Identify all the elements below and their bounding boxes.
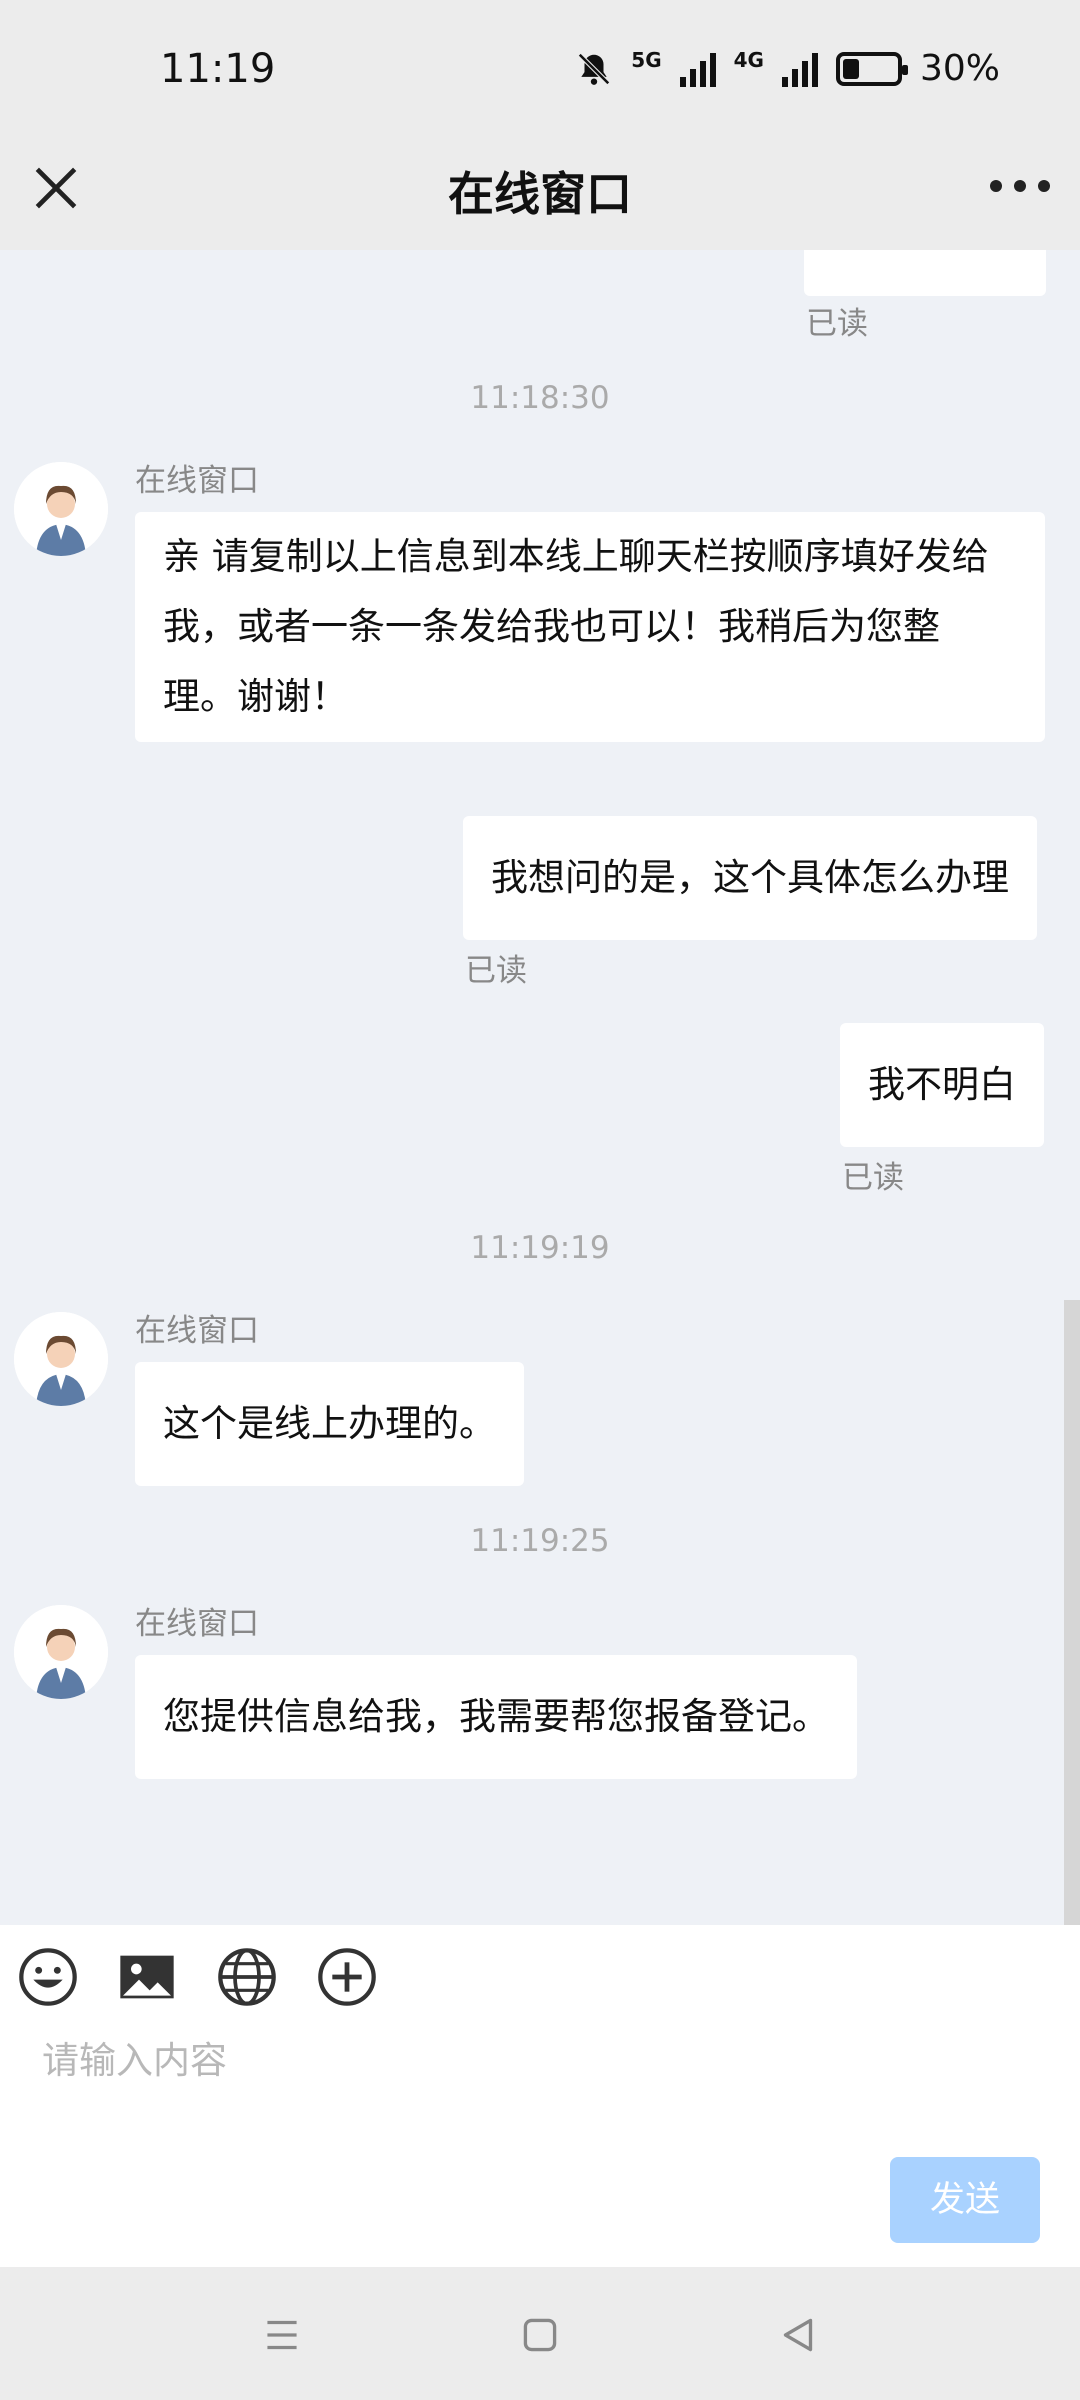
battery-percent: 30% [919, 48, 1000, 89]
status-icons: 5G 4G 30% [575, 48, 1000, 89]
read-status: 已读 [842, 1160, 904, 1196]
send-button[interactable]: 发送 [890, 2157, 1040, 2243]
network-5g-label: 5G [631, 48, 662, 72]
home-square-icon[interactable] [515, 2310, 565, 2360]
sender-name: 在线窗口 [135, 463, 259, 499]
agent-avatar [14, 462, 108, 556]
battery-icon [835, 51, 908, 86]
user-message-bubble [804, 250, 1046, 296]
more-dot-icon [1014, 180, 1026, 192]
sender-name: 在线窗口 [135, 1313, 259, 1349]
agent-avatar-icon [14, 1605, 108, 1699]
menu-icon[interactable] [257, 2310, 307, 2360]
scrollbar[interactable] [1064, 1300, 1080, 1925]
image-icon[interactable] [115, 1945, 179, 2009]
message-line: 我，或者一条一条发给我也可以！我稍后为您整 [163, 605, 940, 648]
agent-avatar [14, 1605, 108, 1699]
signal-icon-1 [679, 51, 716, 87]
read-status: 已读 [465, 953, 527, 989]
globe-icon[interactable] [215, 1945, 279, 2009]
agent-message-bubble: 这个是线上办理的。 [135, 1362, 524, 1486]
add-circle-icon[interactable] [315, 1945, 379, 2009]
read-status: 已读 [806, 306, 868, 342]
agent-avatar [14, 1312, 108, 1406]
mute-bell-icon [578, 52, 611, 85]
timestamp: 11:19:19 [470, 1230, 610, 1266]
status-time: 11:19 [160, 46, 276, 92]
agent-avatar-icon [14, 1312, 108, 1406]
timestamp: 11:19:25 [470, 1523, 610, 1559]
page-title: 在线窗口 [448, 167, 632, 221]
emoji-icon[interactable] [16, 1945, 80, 2009]
battery-fill [842, 58, 859, 79]
more-dot-icon [1038, 180, 1050, 192]
message-line: 亲 请复制以上信息到本线上聊天栏按顺序填好发给 [163, 535, 989, 578]
network-4g-label: 4G [733, 48, 764, 72]
chat-area[interactable]: 已读 11:18:30 在线窗口 亲 请复制以上信息到本线上聊天栏按顺序填好发给… [0, 250, 1080, 1925]
agent-message-bubble: 您提供信息给我，我需要帮您报备登记。 [135, 1655, 857, 1779]
more-dot-icon [990, 180, 1002, 192]
user-message-bubble: 我想问的是，这个具体怎么办理 [463, 816, 1037, 940]
message-input[interactable]: 请输入内容 [42, 2030, 227, 2084]
agent-message-bubble: 亲 请复制以上信息到本线上聊天栏按顺序填好发给 我，或者一条一条发给我也可以！我… [135, 512, 1045, 742]
agent-avatar-icon [14, 462, 108, 556]
message-line: 理。谢谢！ [163, 675, 348, 718]
back-triangle-icon[interactable] [773, 2310, 823, 2360]
user-message-bubble: 我不明白 [840, 1023, 1044, 1147]
more-options-button[interactable] [990, 166, 1050, 206]
signal-icon-2 [781, 51, 818, 87]
timestamp: 11:18:30 [470, 380, 610, 416]
sender-name: 在线窗口 [135, 1606, 259, 1642]
